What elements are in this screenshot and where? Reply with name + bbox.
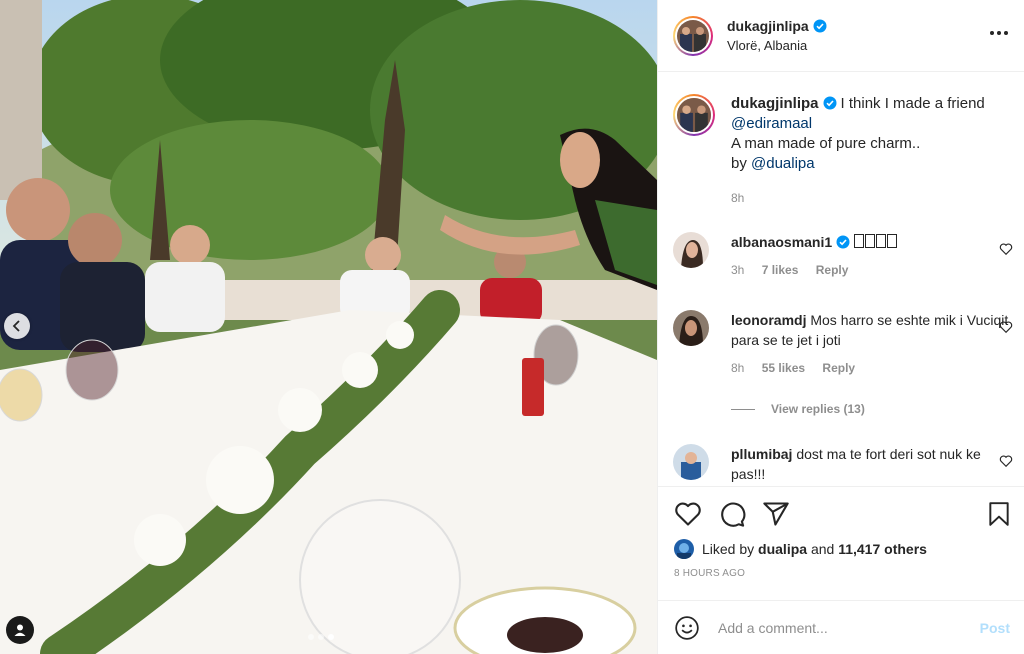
heart-icon[interactable] xyxy=(674,500,702,528)
verified-icon xyxy=(823,96,837,110)
carousel-indicator xyxy=(308,634,334,640)
comment-avatar[interactable] xyxy=(673,310,709,346)
heart-icon[interactable] xyxy=(999,454,1013,468)
caption: dukagjinlipa I think I made a friend @edi… xyxy=(673,94,1013,208)
verified-icon xyxy=(813,19,827,33)
post-photo[interactable] xyxy=(0,0,657,654)
emoji-placeholder-boxes xyxy=(854,234,898,248)
caption-mention-ediramaal[interactable]: @ediramaal xyxy=(731,115,812,132)
carousel-dot xyxy=(318,634,324,640)
comment-likes[interactable]: 55 likes xyxy=(762,361,805,375)
reply-button[interactable]: Reply xyxy=(816,263,849,277)
author-avatar[interactable] xyxy=(673,15,713,56)
comment-icon[interactable] xyxy=(718,500,746,528)
liked-by-prefix: Liked by xyxy=(702,541,755,557)
comment-username[interactable]: leonoramdj xyxy=(731,312,806,328)
carousel-dot-active xyxy=(328,634,334,640)
view-replies-label: View replies (13) xyxy=(771,402,865,416)
comment-avatar[interactable] xyxy=(673,232,709,268)
post-time-ago[interactable]: 8 HOURS AGO xyxy=(658,568,1024,579)
avatar-image xyxy=(673,444,709,480)
action-bar xyxy=(658,487,1024,541)
post-actions: Liked by dualipa and 11,417 others 8 HOU… xyxy=(658,486,1024,579)
comments-list[interactable]: dukagjinlipa I think I made a friend @edi… xyxy=(658,72,1024,486)
user-tags-button[interactable] xyxy=(6,616,34,644)
comment-time[interactable]: 8h xyxy=(731,361,744,375)
avatar-image xyxy=(673,232,709,268)
post-header: dukagjinlipa Vlorë, Albania xyxy=(658,0,1024,72)
liked-by: Liked by dualipa and 11,417 others xyxy=(658,539,1024,559)
comment-username[interactable]: albanaosmani1 xyxy=(731,234,832,250)
post-panel: dukagjinlipa Vlorë, Albania dukagjinlipa… xyxy=(657,0,1024,654)
post-comment-button[interactable]: Post xyxy=(980,620,1010,636)
comment-time[interactable]: 3h xyxy=(731,263,744,277)
caption-time[interactable]: 8h xyxy=(731,191,744,205)
instagram-post: dukagjinlipa Vlorë, Albania dukagjinlipa… xyxy=(0,0,1024,654)
share-icon[interactable] xyxy=(762,500,790,528)
user-tag-icon xyxy=(14,624,26,636)
carousel-dot xyxy=(308,634,314,640)
comment-item: leonoramdj Mos harro se eshte mik i Vuci… xyxy=(673,310,1013,378)
heart-icon[interactable] xyxy=(999,320,1013,334)
comment-item: pllumibaj dost ma te fort deri sot nuk k… xyxy=(673,444,1013,484)
comment-username[interactable]: pllumibaj xyxy=(731,446,792,462)
add-comment-input[interactable] xyxy=(716,618,965,637)
comment-likes[interactable]: 7 likes xyxy=(762,263,799,277)
heart-icon[interactable] xyxy=(999,242,1013,256)
avatar-image xyxy=(675,96,713,134)
save-icon[interactable] xyxy=(986,500,1012,528)
comment-avatar[interactable] xyxy=(673,444,709,480)
prev-arrow-icon xyxy=(12,320,20,332)
more-icon[interactable] xyxy=(990,24,1008,48)
comment-item: albanaosmani1 3h 7 likes Reply xyxy=(673,232,1013,280)
caption-line3-prefix: by xyxy=(731,155,747,172)
prev-arrow-button[interactable] xyxy=(4,313,30,339)
caption-avatar[interactable] xyxy=(673,94,715,136)
dinner-scene-image xyxy=(0,0,657,654)
post-location[interactable]: Vlorë, Albania xyxy=(727,38,827,53)
caption-line2: A man made of pure charm.. xyxy=(731,135,921,152)
avatar-image xyxy=(674,539,694,559)
avatar-image xyxy=(673,310,709,346)
emoji-icon[interactable] xyxy=(674,615,700,641)
reply-button[interactable]: Reply xyxy=(822,361,855,375)
avatar-image xyxy=(677,19,709,52)
view-replies-button[interactable]: View replies (13) xyxy=(731,402,865,416)
liked-by-user[interactable]: dualipa xyxy=(758,541,807,557)
verified-icon xyxy=(836,235,850,249)
caption-text: I think I made a friend xyxy=(840,95,985,112)
caption-mention-dualipa[interactable]: @dualipa xyxy=(751,155,815,172)
add-comment-bar: Post xyxy=(658,600,1024,654)
author-username[interactable]: dukagjinlipa xyxy=(727,18,809,34)
liked-by-avatar[interactable] xyxy=(674,539,694,559)
caption-username[interactable]: dukagjinlipa xyxy=(731,95,819,112)
liked-by-middle: and xyxy=(810,541,835,557)
liked-by-others[interactable]: 11,417 others xyxy=(838,541,927,557)
